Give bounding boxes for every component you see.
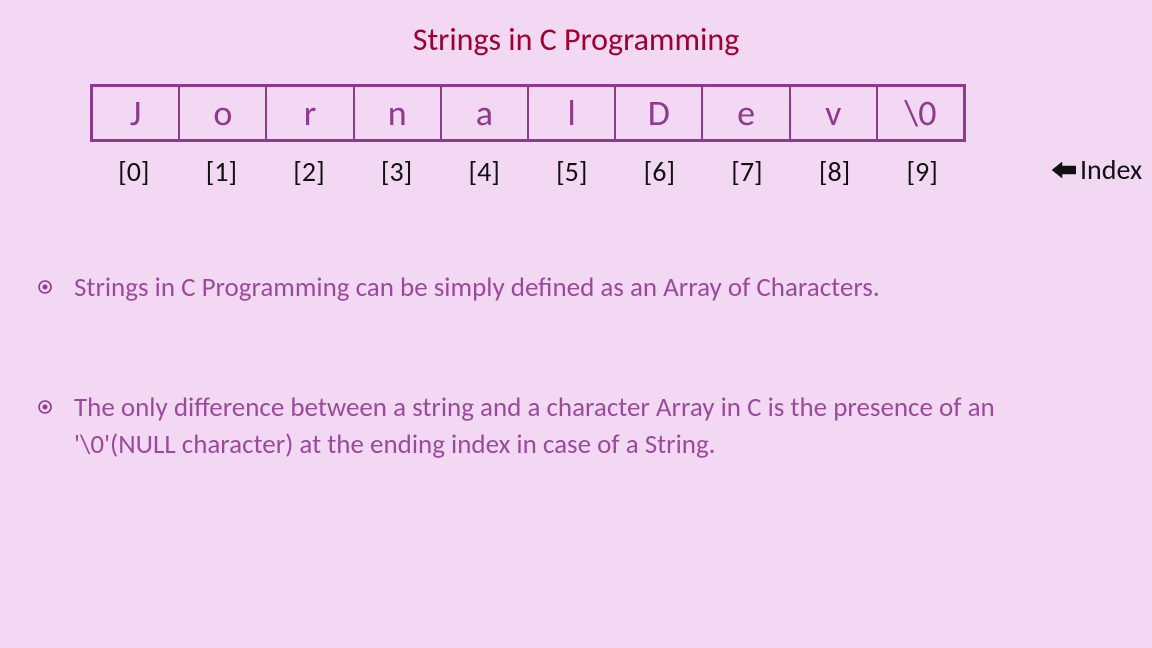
- bullet-text: Strings in C Programming can be simply d…: [74, 270, 880, 306]
- char-cell: J: [93, 87, 180, 139]
- index-label-cell: [6]: [616, 154, 704, 189]
- index-label-cell: [4]: [440, 154, 528, 189]
- char-cell: D: [616, 87, 703, 139]
- bullet-text: The only difference between a string and…: [74, 390, 1098, 463]
- index-label-cell: [0]: [90, 154, 178, 189]
- arrow-left-icon: [1052, 162, 1076, 178]
- index-pointer: Index: [1052, 152, 1142, 187]
- index-text: Index: [1080, 152, 1142, 187]
- bullet-icon: [38, 400, 52, 414]
- bullet-list: Strings in C Programming can be simply d…: [38, 270, 1098, 547]
- index-label-cell: [8]: [791, 154, 879, 189]
- char-cell: v: [791, 87, 878, 139]
- index-label-cell: [1]: [178, 154, 266, 189]
- index-row: [0] [1] [2] [3] [4] [5] [6] [7] [8] [9]: [90, 154, 966, 189]
- index-label-cell: [9]: [878, 154, 966, 189]
- char-cell: o: [180, 87, 267, 139]
- bullet-item: The only difference between a string and…: [38, 390, 1098, 463]
- char-cell: a: [442, 87, 529, 139]
- index-label-cell: [5]: [528, 154, 616, 189]
- char-cell: r: [267, 87, 354, 139]
- string-array-diagram: J o r n a l D e v \0 [0] [1] [2] [3] [4]…: [90, 84, 966, 189]
- bullet-icon: [38, 280, 52, 294]
- char-cell: l: [529, 87, 616, 139]
- bullet-item: Strings in C Programming can be simply d…: [38, 270, 1098, 306]
- index-label-cell: [7]: [703, 154, 791, 189]
- char-cell: \0: [878, 87, 963, 139]
- char-cell: n: [355, 87, 442, 139]
- index-label-cell: [3]: [353, 154, 441, 189]
- page-title: Strings in C Programming: [0, 0, 1152, 59]
- char-cell: e: [703, 87, 790, 139]
- index-label-cell: [2]: [265, 154, 353, 189]
- char-array-row: J o r n a l D e v \0: [90, 84, 966, 142]
